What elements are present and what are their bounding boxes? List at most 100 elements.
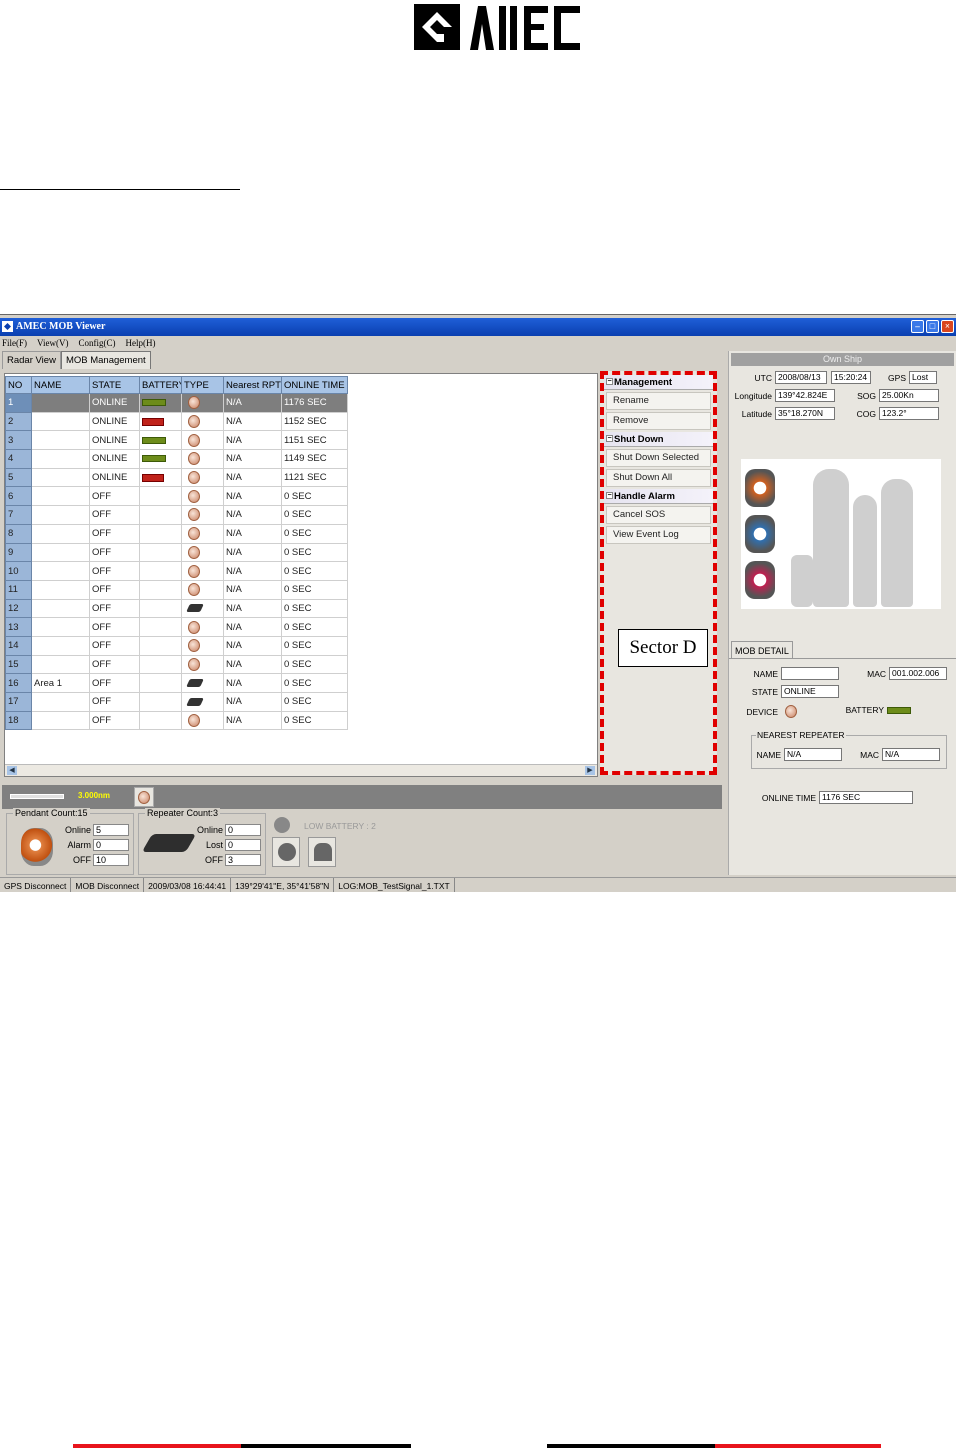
table-row[interactable]: 7 OFF N/A 0 SEC — [5, 505, 348, 525]
cell-no[interactable]: 15 — [5, 654, 32, 675]
cell-name[interactable] — [31, 467, 90, 488]
cell-battery[interactable] — [139, 673, 182, 693]
cell-online-time[interactable]: 0 SEC — [281, 598, 348, 619]
col-header-battery[interactable]: BATTERY — [139, 376, 182, 394]
cell-no[interactable]: 6 — [5, 486, 32, 507]
cell-online-time[interactable]: 1151 SEC — [281, 430, 348, 451]
group-handle-alarm[interactable]: − Handle Alarm — [604, 489, 713, 504]
horizontal-scrollbar[interactable]: ◀ ▶ — [5, 764, 597, 776]
cell-nearest-rpt[interactable]: N/A — [223, 411, 282, 432]
collapse-icon[interactable]: − — [606, 435, 613, 442]
cell-no[interactable]: 17 — [5, 692, 32, 712]
cell-nearest-rpt[interactable]: N/A — [223, 673, 282, 693]
menu-help[interactable]: Help(H) — [125, 336, 155, 350]
cell-nearest-rpt[interactable]: N/A — [223, 598, 282, 619]
cell-battery[interactable] — [139, 393, 182, 413]
cell-no[interactable]: 11 — [5, 579, 32, 600]
cell-type[interactable] — [181, 598, 224, 619]
cell-battery[interactable] — [139, 561, 182, 581]
cell-state[interactable]: OFF — [89, 579, 140, 600]
table-row[interactable]: 3 ONLINE N/A 1151 SEC — [5, 430, 348, 451]
shut-down-selected-button[interactable]: Shut Down Selected — [606, 449, 711, 467]
shut-down-all-button[interactable]: Shut Down All — [606, 469, 711, 487]
cell-name[interactable] — [31, 523, 90, 544]
cell-state[interactable]: OFF — [89, 617, 140, 637]
cell-battery[interactable] — [139, 505, 182, 525]
cell-online-time[interactable]: 1152 SEC — [281, 411, 348, 432]
cell-name[interactable] — [31, 505, 90, 525]
cell-nearest-rpt[interactable]: N/A — [223, 505, 282, 525]
table-row[interactable]: 13 OFF N/A 0 SEC — [5, 617, 348, 637]
cell-state[interactable]: ONLINE — [89, 449, 140, 469]
cell-type[interactable] — [181, 393, 224, 413]
cell-nearest-rpt[interactable]: N/A — [223, 449, 282, 469]
cell-name[interactable] — [31, 393, 90, 413]
cell-nearest-rpt[interactable]: N/A — [223, 467, 282, 488]
cell-type[interactable] — [181, 654, 224, 675]
col-header-nearest-rpt[interactable]: Nearest RPT — [223, 376, 282, 394]
cell-online-time[interactable]: 0 SEC — [281, 617, 348, 637]
cell-type[interactable] — [181, 411, 224, 432]
cell-online-time[interactable]: 0 SEC — [281, 692, 348, 712]
menu-file[interactable]: File(F) — [2, 336, 27, 350]
cell-type[interactable] — [181, 561, 224, 581]
cell-state[interactable]: OFF — [89, 505, 140, 525]
cell-battery[interactable] — [139, 635, 182, 656]
cell-nearest-rpt[interactable]: N/A — [223, 561, 282, 581]
cell-type[interactable] — [181, 710, 224, 731]
cell-nearest-rpt[interactable]: N/A — [223, 617, 282, 637]
pendant-icon[interactable] — [134, 787, 154, 807]
cell-no[interactable]: 4 — [5, 449, 32, 469]
cell-name[interactable] — [31, 654, 90, 675]
table-row[interactable]: 8 OFF N/A 0 SEC — [5, 523, 348, 544]
cell-name[interactable] — [31, 617, 90, 637]
table-row[interactable]: 2 ONLINE N/A 1152 SEC — [5, 411, 348, 432]
col-header-no[interactable]: NO — [5, 376, 32, 394]
cell-state[interactable]: OFF — [89, 673, 140, 693]
cell-nearest-rpt[interactable]: N/A — [223, 393, 282, 413]
maximize-icon[interactable]: □ — [926, 320, 939, 333]
cell-online-time[interactable]: 1121 SEC — [281, 467, 348, 488]
cell-online-time[interactable]: 0 SEC — [281, 579, 348, 600]
cell-online-time[interactable]: 0 SEC — [281, 561, 348, 581]
minimize-icon[interactable]: – — [911, 320, 924, 333]
view-event-log-button[interactable]: View Event Log — [606, 526, 711, 544]
cell-nearest-rpt[interactable]: N/A — [223, 430, 282, 451]
collapse-icon[interactable]: − — [606, 492, 613, 499]
table-row[interactable]: 17 OFF N/A 0 SEC — [5, 692, 348, 712]
cell-name[interactable] — [31, 579, 90, 600]
rename-button[interactable]: Rename — [606, 392, 711, 410]
collapse-icon[interactable]: − — [606, 378, 613, 385]
table-row[interactable]: 14 OFF N/A 0 SEC — [5, 635, 348, 656]
cell-battery[interactable] — [139, 710, 182, 731]
speaker-button[interactable] — [272, 837, 300, 867]
table-row[interactable]: 12 OFF N/A 0 SEC — [5, 598, 348, 619]
cell-online-time[interactable]: 0 SEC — [281, 486, 348, 507]
cell-no[interactable]: 12 — [5, 598, 32, 619]
table-row[interactable]: 16 Area 1 OFF N/A 0 SEC — [5, 673, 348, 693]
person-button[interactable] — [308, 837, 336, 867]
detail-name-field[interactable] — [781, 667, 839, 680]
cell-no[interactable]: 10 — [5, 561, 32, 581]
cell-no[interactable]: 14 — [5, 635, 32, 656]
cell-state[interactable]: ONLINE — [89, 393, 140, 413]
cell-type[interactable] — [181, 505, 224, 525]
menu-config[interactable]: Config(C) — [78, 336, 115, 350]
table-row[interactable]: 18 OFF N/A 0 SEC — [5, 710, 348, 731]
cell-name[interactable] — [31, 692, 90, 712]
cell-type[interactable] — [181, 673, 224, 693]
cell-nearest-rpt[interactable]: N/A — [223, 710, 282, 731]
cell-no[interactable]: 3 — [5, 430, 32, 451]
col-header-state[interactable]: STATE — [89, 376, 140, 394]
cell-name[interactable] — [31, 449, 90, 469]
cell-nearest-rpt[interactable]: N/A — [223, 486, 282, 507]
table-row[interactable]: 10 OFF N/A 0 SEC — [5, 561, 348, 581]
cell-nearest-rpt[interactable]: N/A — [223, 654, 282, 675]
tab-mob-detail[interactable]: MOB DETAIL — [731, 641, 793, 659]
cell-no[interactable]: 8 — [5, 523, 32, 544]
cell-online-time[interactable]: 1149 SEC — [281, 449, 348, 469]
cell-name[interactable] — [31, 635, 90, 656]
group-shut-down[interactable]: − Shut Down — [604, 432, 713, 447]
cell-state[interactable]: OFF — [89, 561, 140, 581]
cell-state[interactable]: OFF — [89, 523, 140, 544]
